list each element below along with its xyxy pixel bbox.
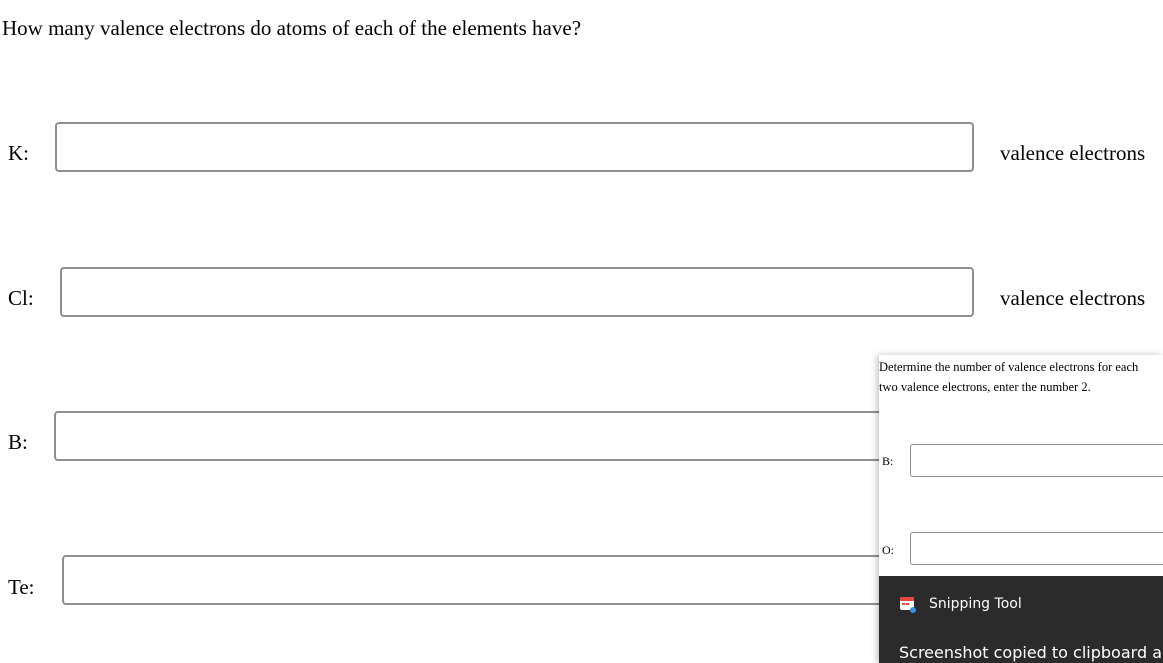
snipping-tool-icon	[900, 597, 916, 613]
k-answer-input[interactable]	[55, 122, 974, 172]
overlay-panel: Determine the number of valence electron…	[879, 355, 1163, 663]
unit-label-cl: valence electrons	[1000, 286, 1146, 310]
element-label-b: B:	[8, 430, 28, 454]
toast-message: Screenshot copied to clipboard an	[899, 643, 1163, 662]
element-label-cl: Cl:	[8, 286, 34, 310]
unit-label-k: valence electrons	[1000, 141, 1146, 165]
snipping-tool-notification[interactable]: Snipping Tool Screenshot copied to clipb…	[879, 576, 1163, 663]
overlay-instructions: Determine the number of valence electron…	[879, 357, 1163, 397]
overlay-instruction-line-2: two valence electrons, enter the number …	[879, 380, 1091, 394]
overlay-b-input[interactable]	[910, 444, 1163, 477]
question-text: How many valence electrons do atoms of e…	[2, 16, 582, 40]
cl-answer-input[interactable]	[60, 267, 974, 317]
overlay-o-input[interactable]	[910, 532, 1163, 565]
overlay-label-o: O:	[882, 543, 894, 557]
b-answer-input[interactable]	[54, 411, 974, 461]
overlay-instruction-line-1: Determine the number of valence electron…	[879, 360, 1139, 374]
toast-app-name: Snipping Tool	[929, 596, 1022, 612]
overlay-label-b: B:	[882, 454, 894, 468]
te-answer-input[interactable]	[62, 555, 974, 605]
element-label-te: Te:	[8, 575, 35, 599]
element-label-k: K:	[8, 141, 29, 165]
